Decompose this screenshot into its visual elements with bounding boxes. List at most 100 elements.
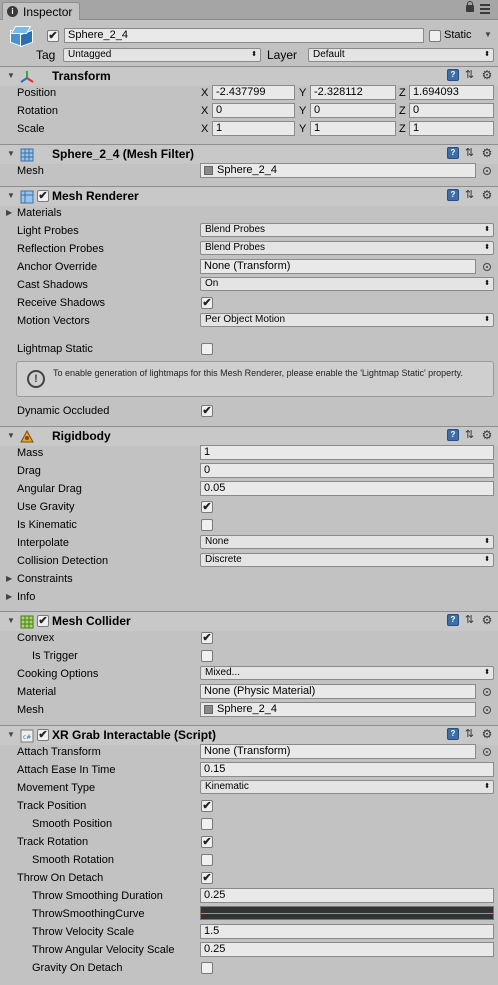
rotation-label[interactable]: Rotation	[17, 104, 58, 118]
rotation-z-input[interactable]: 0	[409, 103, 494, 118]
tag-dropdown[interactable]: Untagged ⬍	[63, 48, 261, 62]
y-axis-label[interactable]: Y	[299, 86, 306, 100]
throw-velocity-scale-input[interactable]: 1.5	[200, 924, 494, 939]
use-gravity-checkbox[interactable]: ✔	[201, 501, 213, 513]
position-z-input[interactable]: 1.694093	[409, 85, 494, 100]
fold-arrow-icon[interactable]: ▶	[6, 206, 12, 220]
mesh-collider-header[interactable]: ▼ ✔ Mesh Collider ? ⇅ ⚙	[0, 611, 498, 631]
position-label[interactable]: Position	[17, 86, 56, 100]
layer-dropdown[interactable]: Default ⬍	[308, 48, 494, 62]
mesh-collider-enabled-checkbox[interactable]: ✔	[37, 615, 49, 627]
gameobject-active-checkbox[interactable]: ✔	[47, 30, 59, 42]
fold-arrow-icon[interactable]: ▶	[6, 590, 12, 604]
cast-shadows-dropdown[interactable]: On ⬍	[200, 277, 494, 291]
materials-foldout[interactable]: Materials	[17, 206, 62, 220]
track-position-checkbox[interactable]: ✔	[201, 800, 213, 812]
throw-smoothing-duration-label[interactable]: Throw Smoothing Duration	[32, 889, 163, 903]
rotation-y-input[interactable]: 0	[310, 103, 396, 118]
z-axis-label[interactable]: Z	[399, 86, 406, 100]
info-foldout[interactable]: Info	[17, 590, 35, 604]
constraints-foldout[interactable]: Constraints	[17, 572, 73, 586]
x-axis-label[interactable]: X	[201, 86, 208, 100]
help-icon[interactable]: ?	[447, 728, 459, 740]
mesh-object-field[interactable]: Sphere_2_4	[200, 163, 476, 178]
y-axis-label[interactable]: Y	[299, 104, 306, 118]
dynamic-occluded-checkbox[interactable]: ✔	[201, 405, 213, 417]
preset-icon[interactable]: ⇅	[463, 429, 476, 441]
cooking-options-dropdown[interactable]: Mixed... ⬍	[200, 666, 494, 680]
mesh-renderer-enabled-checkbox[interactable]: ✔	[37, 190, 49, 202]
attach-transform-field[interactable]: None (Transform)	[200, 744, 476, 759]
receive-shadows-checkbox[interactable]: ✔	[201, 297, 213, 309]
anchor-override-field[interactable]: None (Transform)	[200, 259, 476, 274]
gear-icon[interactable]: ⚙	[480, 68, 494, 82]
help-icon[interactable]: ?	[447, 189, 459, 201]
reflection-probes-dropdown[interactable]: Blend Probes ⬍	[200, 241, 494, 255]
scale-x-input[interactable]: 1	[212, 121, 295, 136]
gravity-on-detach-checkbox[interactable]	[201, 962, 213, 974]
motion-vectors-dropdown[interactable]: Per Object Motion ⬍	[200, 313, 494, 327]
throw-smoothing-duration-input[interactable]: 0.25	[200, 888, 494, 903]
mesh-renderer-header[interactable]: ▼ ✔ Mesh Renderer ? ⇅ ⚙	[0, 186, 498, 206]
gameobject-name-input[interactable]: Sphere_2_4	[64, 28, 424, 43]
drag-input[interactable]: 0	[200, 463, 494, 478]
interpolate-dropdown[interactable]: None ⬍	[200, 535, 494, 549]
xr-grab-header[interactable]: ▼ c# ✔ XR Grab Interactable (Script) ? ⇅…	[0, 725, 498, 745]
static-checkbox[interactable]	[429, 30, 441, 42]
position-y-input[interactable]: -2.328112	[310, 85, 396, 100]
smooth-rotation-checkbox[interactable]	[201, 854, 213, 866]
xr-grab-enabled-checkbox[interactable]: ✔	[37, 729, 49, 741]
attach-ease-label[interactable]: Attach Ease In Time	[17, 763, 115, 777]
preset-icon[interactable]: ⇅	[463, 614, 476, 626]
attach-ease-input[interactable]: 0.15	[200, 762, 494, 777]
scale-z-input[interactable]: 1	[409, 121, 494, 136]
rotation-x-input[interactable]: 0	[212, 103, 295, 118]
scale-y-input[interactable]: 1	[310, 121, 396, 136]
gear-icon[interactable]: ⚙	[480, 188, 494, 202]
preset-icon[interactable]: ⇅	[463, 147, 476, 159]
help-icon[interactable]: ?	[447, 147, 459, 159]
scale-label[interactable]: Scale	[17, 122, 45, 136]
help-icon[interactable]: ?	[447, 69, 459, 81]
x-axis-label[interactable]: X	[201, 122, 208, 136]
preset-icon[interactable]: ⇅	[463, 189, 476, 201]
track-rotation-checkbox[interactable]: ✔	[201, 836, 213, 848]
transform-header[interactable]: ▼ Transform ? ⇅ ⚙	[0, 66, 498, 86]
mass-label[interactable]: Mass	[17, 446, 43, 460]
static-dropdown-arrow-icon[interactable]: ▼	[484, 28, 492, 42]
movement-type-dropdown[interactable]: Kinematic ⬍	[200, 780, 494, 794]
material-field[interactable]: None (Physic Material)	[200, 684, 476, 699]
object-picker-icon[interactable]	[483, 688, 491, 696]
throw-on-detach-checkbox[interactable]: ✔	[201, 872, 213, 884]
fold-arrow-icon[interactable]: ▼	[7, 730, 15, 739]
mass-input[interactable]: 1	[200, 445, 494, 460]
light-probes-dropdown[interactable]: Blend Probes ⬍	[200, 223, 494, 237]
drag-label[interactable]: Drag	[17, 464, 41, 478]
collider-mesh-field[interactable]: Sphere_2_4	[200, 702, 476, 717]
throw-angular-velocity-scale-input[interactable]: 0.25	[200, 942, 494, 957]
fold-arrow-icon[interactable]: ▼	[7, 616, 15, 625]
convex-checkbox[interactable]: ✔	[201, 632, 213, 644]
throw-angular-velocity-scale-label[interactable]: Throw Angular Velocity Scale	[32, 943, 174, 957]
gear-icon[interactable]: ⚙	[480, 613, 494, 627]
object-picker-icon[interactable]	[483, 748, 491, 756]
fold-arrow-icon[interactable]: ▼	[7, 191, 15, 200]
is-trigger-checkbox[interactable]	[201, 650, 213, 662]
y-axis-label[interactable]: Y	[299, 122, 306, 136]
gear-icon[interactable]: ⚙	[480, 146, 494, 160]
tab-inspector[interactable]: i Inspector	[2, 2, 80, 20]
angular-drag-label[interactable]: Angular Drag	[17, 482, 82, 496]
z-axis-label[interactable]: Z	[399, 122, 406, 136]
object-picker-icon[interactable]	[483, 167, 491, 175]
x-axis-label[interactable]: X	[201, 104, 208, 118]
menu-icon[interactable]	[480, 4, 492, 14]
help-icon[interactable]: ?	[447, 429, 459, 441]
gear-icon[interactable]: ⚙	[480, 727, 494, 741]
lock-icon[interactable]	[466, 1, 474, 12]
help-icon[interactable]: ?	[447, 614, 459, 626]
fold-arrow-icon[interactable]: ▼	[7, 71, 15, 80]
angular-drag-input[interactable]: 0.05	[200, 481, 494, 496]
rigidbody-header[interactable]: ▼ Rigidbody ? ⇅ ⚙	[0, 426, 498, 446]
is-kinematic-checkbox[interactable]	[201, 519, 213, 531]
fold-arrow-icon[interactable]: ▼	[7, 149, 15, 158]
